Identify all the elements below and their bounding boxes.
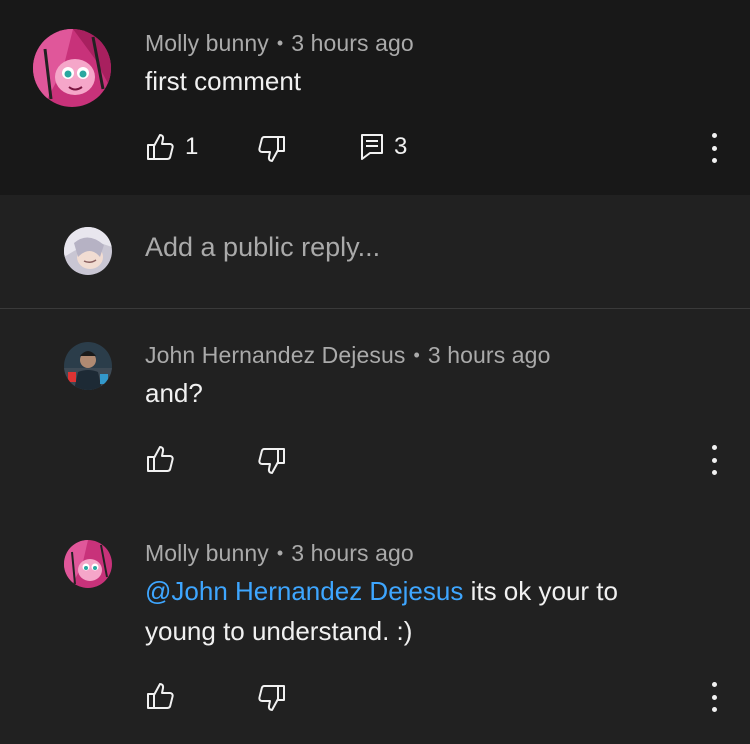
reply-input-area: Add a public reply... [0, 195, 750, 309]
avatar [64, 227, 112, 275]
comment-text-line1: its ok your to [463, 576, 618, 606]
comment-meta: Molly bunny • 3 hours ago [145, 540, 414, 567]
comment-text-line2: young to understand. :) [145, 616, 413, 646]
like-icon [147, 683, 174, 709]
author-name[interactable]: Molly bunny [145, 30, 269, 56]
dislike-button[interactable] [257, 134, 287, 164]
comment-text: first comment [145, 66, 302, 96]
more-options-icon[interactable] [708, 682, 720, 712]
avatar[interactable] [64, 540, 112, 588]
timestamp: 3 hours ago [291, 30, 414, 56]
reply-button[interactable]: 3 [360, 133, 407, 161]
mention-link[interactable]: @John Hernandez Dejesus [145, 576, 463, 606]
like-icon [147, 134, 174, 160]
dislike-icon [258, 685, 285, 711]
timestamp: 3 hours ago [291, 540, 414, 566]
reply-icon [361, 134, 383, 160]
timestamp: 3 hours ago [427, 342, 551, 368]
comment-thread: Molly bunny • 3 hours ago first comment 1 … [0, 0, 750, 744]
avatar[interactable] [64, 342, 112, 390]
separator-dot: • [276, 543, 284, 563]
like-count: 1 [185, 133, 199, 160]
like-button[interactable] [145, 444, 175, 474]
more-options-icon[interactable] [708, 445, 720, 475]
dislike-button[interactable] [257, 683, 287, 713]
dislike-button[interactable] [257, 446, 287, 476]
dislike-icon [258, 136, 285, 162]
more-options-icon[interactable] [708, 133, 720, 163]
comment-meta: John Hernandez Dejesus • 3 hours ago [145, 342, 550, 369]
separator-dot: • [276, 33, 284, 53]
comment-text: and? [145, 378, 203, 408]
like-icon [147, 446, 174, 472]
like-button[interactable] [145, 681, 175, 711]
author-name[interactable]: Molly bunny [145, 540, 269, 566]
reply-count: 3 [394, 133, 408, 160]
comment-meta: Molly bunny • 3 hours ago [145, 30, 414, 57]
dislike-icon [258, 448, 285, 474]
main-comment: Molly bunny • 3 hours ago first comment 1 … [0, 0, 750, 195]
separator-dot: • [413, 345, 420, 365]
like-button[interactable]: 1 [145, 132, 198, 162]
avatar[interactable] [33, 29, 111, 107]
author-name[interactable]: John Hernandez Dejesus [145, 342, 405, 368]
comment-text: @John Hernandez Dejesus its ok your to y… [145, 571, 725, 651]
add-reply-input[interactable]: Add a public reply... [145, 232, 380, 263]
